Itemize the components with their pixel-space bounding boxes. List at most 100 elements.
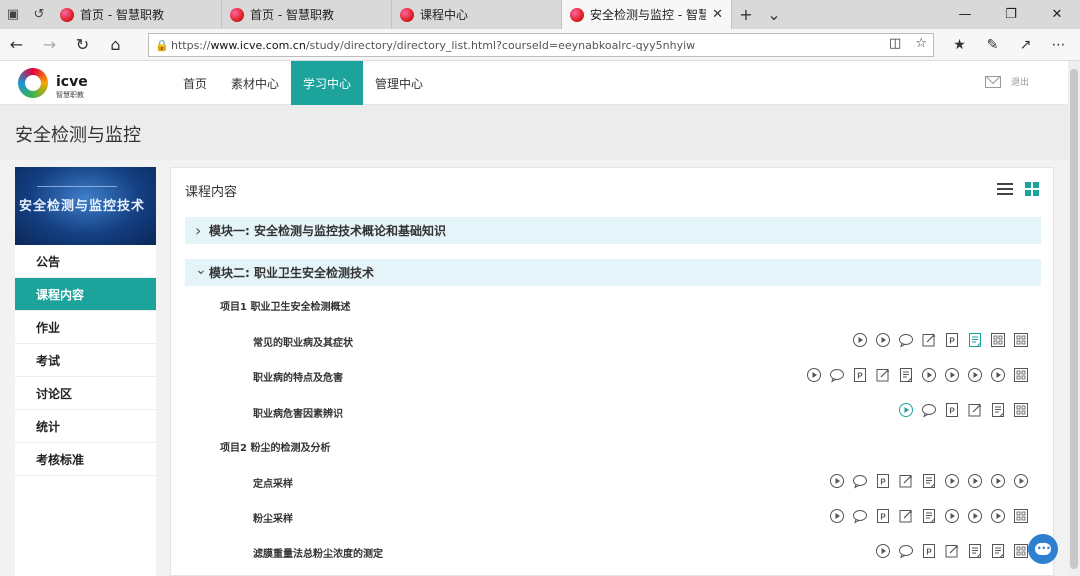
- maximize-icon[interactable]: ❐: [988, 0, 1034, 29]
- browser-tab-1[interactable]: 首页 - 智慧职教: [52, 0, 222, 29]
- tab-manager-icon[interactable]: ▣: [0, 0, 26, 29]
- share-icon[interactable]: ↗: [1014, 37, 1037, 53]
- more-icon[interactable]: ⋯: [1047, 37, 1070, 53]
- tab-close-icon[interactable]: ✕: [712, 7, 723, 22]
- edit-icon[interactable]: [944, 543, 960, 559]
- favorites-hub-icon[interactable]: ★: [948, 37, 971, 53]
- minimize-icon[interactable]: —: [942, 0, 988, 29]
- lesson-title[interactable]: 滤膜重量法总粉尘浓度的测定: [253, 545, 383, 560]
- list-view-icon[interactable]: [997, 182, 1013, 196]
- site-logo[interactable]: icve 智慧职教: [18, 68, 108, 100]
- grid-icon[interactable]: [990, 332, 1006, 348]
- comment-icon[interactable]: [852, 473, 868, 489]
- play-icon[interactable]: [967, 508, 983, 524]
- play-icon[interactable]: [990, 508, 1006, 524]
- comment-icon[interactable]: [829, 367, 845, 383]
- grid-icon[interactable]: [1013, 543, 1029, 559]
- back-icon[interactable]: ←: [0, 29, 33, 61]
- edit-icon[interactable]: [898, 473, 914, 489]
- pen-icon[interactable]: ✎: [981, 37, 1004, 53]
- new-tab-icon[interactable]: +: [732, 0, 760, 29]
- home-icon[interactable]: ⌂: [99, 29, 132, 61]
- module-row[interactable]: 模块二: 职业卫生安全检测技术: [185, 259, 1041, 286]
- reading-view-icon[interactable]: ◫: [889, 36, 901, 51]
- nav-materials[interactable]: 素材中心: [219, 61, 291, 105]
- play-icon[interactable]: [875, 543, 891, 559]
- nav-home[interactable]: 首页: [171, 61, 219, 105]
- nav-learning-center[interactable]: 学习中心: [291, 61, 364, 105]
- doc-icon[interactable]: [967, 543, 983, 559]
- edit-icon[interactable]: [875, 367, 891, 383]
- close-window-icon[interactable]: ✕: [1034, 0, 1080, 29]
- ppt-icon[interactable]: P: [921, 543, 937, 559]
- lesson-title[interactable]: 职业病的特点及危害: [253, 369, 343, 384]
- lesson-title[interactable]: 定点采样: [253, 475, 293, 490]
- play-icon[interactable]: [921, 367, 937, 383]
- browser-tab-3[interactable]: 课程中心: [392, 0, 562, 29]
- grid-view-icon[interactable]: [1025, 182, 1039, 196]
- play-icon[interactable]: [806, 367, 822, 383]
- refresh-icon[interactable]: ↻: [66, 29, 99, 61]
- browser-tab-2[interactable]: 首页 - 智慧职教: [222, 0, 392, 29]
- play-icon[interactable]: [1013, 473, 1029, 489]
- lesson-title[interactable]: 粉尘采样: [253, 510, 293, 525]
- logout-link[interactable]: 退出: [1011, 75, 1029, 88]
- play-icon[interactable]: [898, 402, 914, 418]
- page-scrollbar[interactable]: [1068, 61, 1080, 576]
- lesson-title[interactable]: 职业病危害因素辨识: [253, 405, 343, 420]
- course-banner-image: 安全检测与监控技术: [15, 167, 156, 245]
- doc-icon[interactable]: [990, 543, 1006, 559]
- play-icon[interactable]: [829, 473, 845, 489]
- grid-icon[interactable]: [1013, 367, 1029, 383]
- url-field[interactable]: 🔒 https://www.icve.com.cn/study/director…: [148, 33, 934, 57]
- edit-icon[interactable]: [898, 508, 914, 524]
- ppt-icon[interactable]: P: [944, 402, 960, 418]
- doc-icon[interactable]: [967, 332, 983, 348]
- module-row[interactable]: 模块一: 安全检测与监控技术概论和基础知识: [185, 217, 1041, 244]
- grid-icon[interactable]: [1013, 332, 1029, 348]
- comment-icon[interactable]: [898, 332, 914, 348]
- doc-icon[interactable]: [921, 473, 937, 489]
- grid-icon[interactable]: [1013, 402, 1029, 418]
- grid-icon[interactable]: [1013, 508, 1029, 524]
- ppt-icon[interactable]: P: [944, 332, 960, 348]
- sidebar-item-discussion[interactable]: 讨论区: [15, 377, 156, 410]
- sidebar-item-grading-criteria[interactable]: 考核标准: [15, 443, 156, 476]
- mail-icon[interactable]: [985, 75, 1001, 88]
- play-icon[interactable]: [829, 508, 845, 524]
- sidebar-item-homework[interactable]: 作业: [15, 311, 156, 344]
- play-icon[interactable]: [990, 367, 1006, 383]
- doc-icon[interactable]: [990, 402, 1006, 418]
- doc-icon[interactable]: [898, 367, 914, 383]
- set-aside-tabs-icon[interactable]: ↺: [26, 0, 52, 29]
- play-icon[interactable]: [990, 473, 1006, 489]
- play-icon[interactable]: [967, 367, 983, 383]
- forward-icon[interactable]: →: [33, 29, 66, 61]
- play-icon[interactable]: [944, 473, 960, 489]
- edit-icon[interactable]: [967, 402, 983, 418]
- sidebar-item-course-content[interactable]: 课程内容: [15, 278, 156, 311]
- play-icon[interactable]: [875, 332, 891, 348]
- play-icon[interactable]: [852, 332, 868, 348]
- sidebar-item-exam[interactable]: 考试: [15, 344, 156, 377]
- favorite-star-icon[interactable]: ☆: [915, 36, 927, 51]
- comment-icon[interactable]: [852, 508, 868, 524]
- tab-list-chevron-icon[interactable]: ⌄: [760, 0, 788, 29]
- scrollbar-thumb[interactable]: [1070, 69, 1078, 569]
- comment-icon[interactable]: [898, 543, 914, 559]
- ppt-icon[interactable]: P: [852, 367, 868, 383]
- sidebar-item-announcement[interactable]: 公告: [15, 245, 156, 278]
- chat-support-icon[interactable]: [1028, 534, 1058, 564]
- play-icon[interactable]: [944, 508, 960, 524]
- doc-icon[interactable]: [921, 508, 937, 524]
- ppt-icon[interactable]: P: [875, 508, 891, 524]
- play-icon[interactable]: [944, 367, 960, 383]
- nav-management[interactable]: 管理中心: [363, 61, 435, 105]
- lesson-title[interactable]: 常见的职业病及其症状: [253, 334, 353, 349]
- comment-icon[interactable]: [921, 402, 937, 418]
- edit-icon[interactable]: [921, 332, 937, 348]
- sidebar-item-statistics[interactable]: 统计: [15, 410, 156, 443]
- browser-tab-4[interactable]: 安全检测与监控 - 智慧 ✕: [562, 0, 732, 29]
- ppt-icon[interactable]: P: [875, 473, 891, 489]
- play-icon[interactable]: [967, 473, 983, 489]
